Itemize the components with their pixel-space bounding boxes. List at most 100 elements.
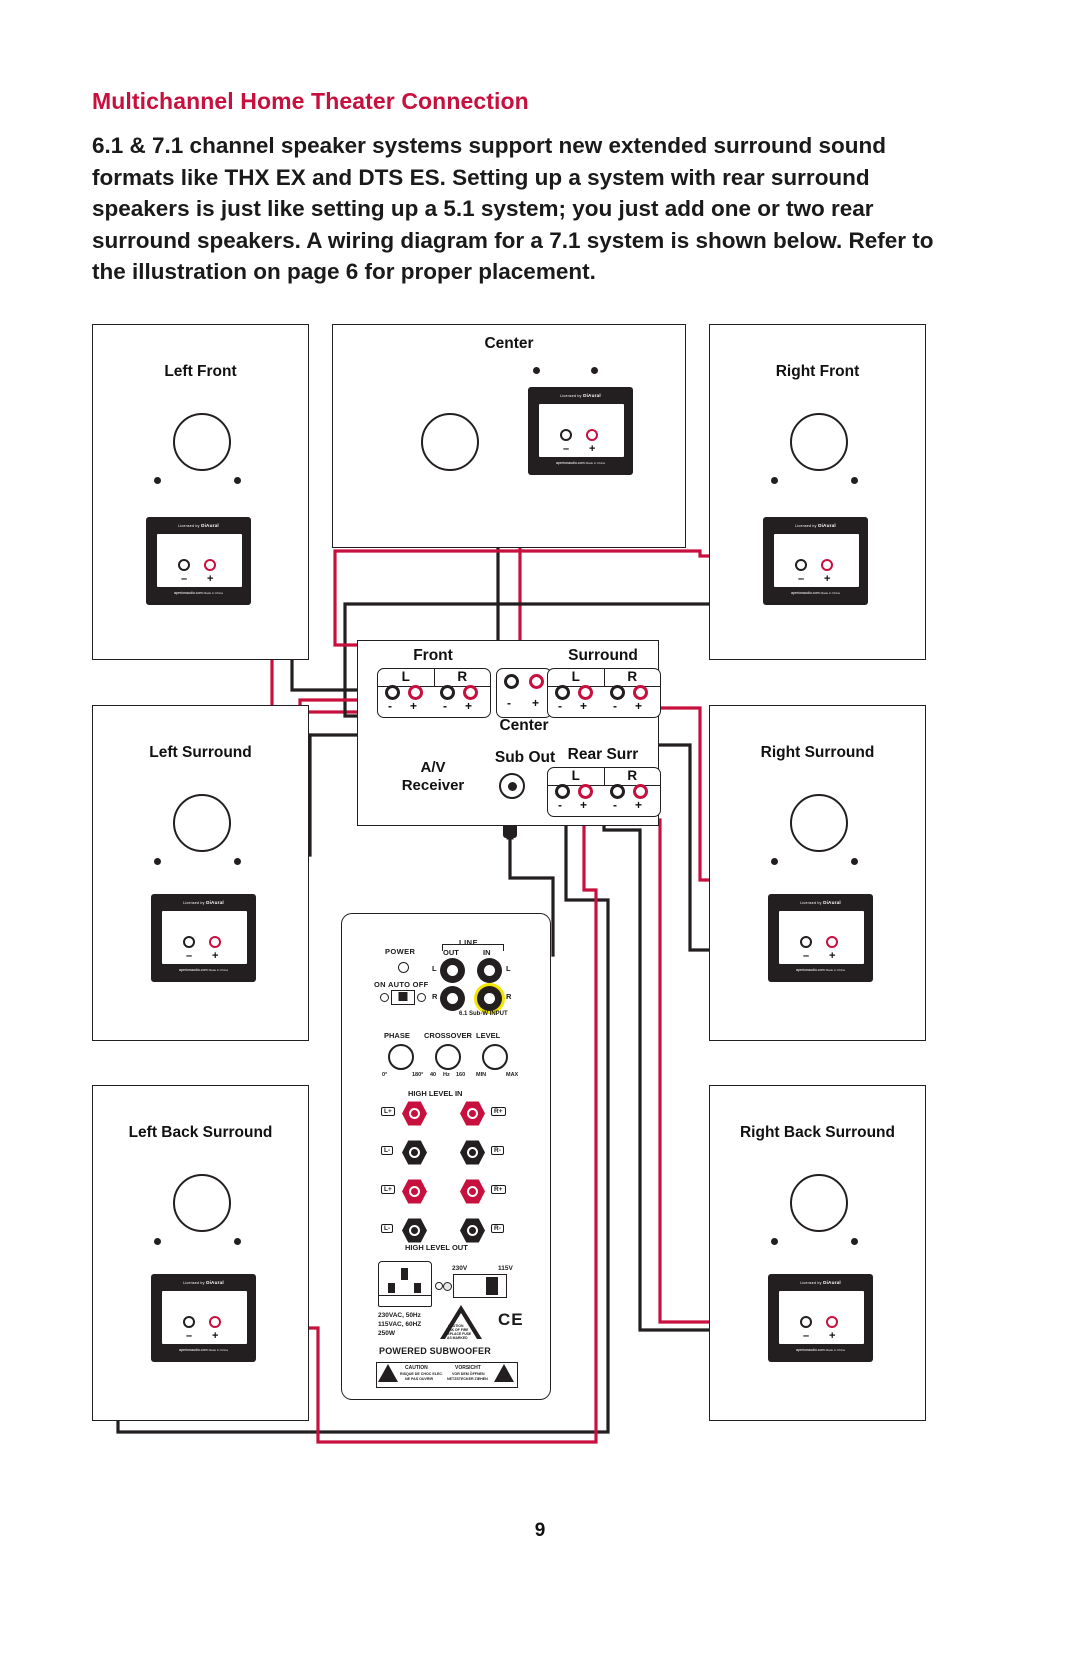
sub-out-jack[interactable] xyxy=(499,773,525,799)
binding-post-negative[interactable] xyxy=(183,1316,195,1328)
power-inlet[interactable] xyxy=(378,1261,432,1307)
binding-post-positive[interactable] xyxy=(586,429,598,441)
center-negative[interactable] xyxy=(504,674,519,689)
tweeter-dot xyxy=(234,858,241,865)
terminal-cup: Licensed by DiAural – + aperionaudio.com… xyxy=(763,517,868,605)
line-out-label: OUT xyxy=(443,948,459,957)
mode-switch-body[interactable] xyxy=(391,990,415,1005)
rear-surr-l-negative[interactable] xyxy=(555,784,570,799)
tweeter-dot xyxy=(851,1238,858,1245)
level-min-label: MIN xyxy=(476,1072,487,1078)
cup-brand-label: Licensed by DiAural xyxy=(178,523,219,528)
crossover-knob[interactable] xyxy=(435,1044,461,1070)
speaker-label: Left Back Surround xyxy=(128,1124,273,1141)
tweeter-dot xyxy=(234,1238,241,1245)
binding-post-positive[interactable] xyxy=(821,559,833,571)
speaker-label: Left Front xyxy=(164,363,237,380)
binding-post-negative[interactable] xyxy=(795,559,807,571)
voltage-230-label: 230V xyxy=(452,1265,468,1272)
terminal-cup: Licensed by DiAural – + aperionaudio.com… xyxy=(768,894,873,982)
line-out-l-label: L xyxy=(432,964,437,973)
rear-surr-r-plus-sign: + xyxy=(635,798,643,812)
binding-post-positive[interactable] xyxy=(826,936,838,948)
post-tag-r-plus-in: R+ xyxy=(491,1107,506,1116)
line-out-right-jack[interactable] xyxy=(440,986,465,1011)
front-r-positive[interactable] xyxy=(463,685,478,700)
center-positive[interactable] xyxy=(529,674,544,689)
surround-r-negative[interactable] xyxy=(610,685,625,700)
binding-post-negative[interactable] xyxy=(800,1316,812,1328)
front-group-label: Front xyxy=(413,647,453,664)
high-level-out-l-positive[interactable] xyxy=(402,1179,427,1204)
mode-position-on[interactable] xyxy=(380,993,389,1002)
front-l-negative[interactable] xyxy=(385,685,400,700)
rear-surr-r-negative[interactable] xyxy=(610,784,625,799)
binding-post-negative[interactable] xyxy=(800,936,812,948)
front-channel-headers: L R xyxy=(378,669,490,687)
woofer-cone xyxy=(790,794,848,852)
mode-switch[interactable] xyxy=(380,990,426,1005)
ratings-wattage: 250W xyxy=(378,1330,395,1337)
phase-max-label: 180° xyxy=(412,1072,424,1078)
binding-post-negative[interactable] xyxy=(178,559,190,571)
cup-brand-label: Licensed by DiAural xyxy=(800,900,841,905)
surround-l-plus-sign: + xyxy=(580,699,588,713)
cup-brand-label: Licensed by DiAural xyxy=(795,523,836,528)
terminal-cup: Licensed by DiAural – + aperionaudio.com… xyxy=(151,1274,256,1362)
binding-post-negative[interactable] xyxy=(560,429,572,441)
line-out-left-jack[interactable] xyxy=(440,958,465,983)
ratings-voltage-115: 115VAC, 60HZ xyxy=(378,1321,422,1328)
rear-surr-channel-headers: L R xyxy=(548,768,660,786)
binding-post-positive[interactable] xyxy=(826,1316,838,1328)
binding-post-positive[interactable] xyxy=(209,1316,221,1328)
rear-surr-l-positive[interactable] xyxy=(578,784,593,799)
rear-surr-channel-r: R xyxy=(627,768,638,783)
terminal-cup: Licensed by DiAural – + aperionaudio.com… xyxy=(146,517,251,605)
rear-surr-r-positive[interactable] xyxy=(633,784,648,799)
polarity-plus: + xyxy=(589,443,596,455)
level-knob-label: LEVEL xyxy=(476,1031,501,1040)
line-in-left-jack[interactable] xyxy=(477,958,502,983)
center-label: Center xyxy=(499,717,549,734)
polarity-minus: – xyxy=(803,950,810,962)
front-r-negative[interactable] xyxy=(440,685,455,700)
lfe-input-jack[interactable] xyxy=(477,986,502,1011)
level-knob[interactable] xyxy=(482,1044,508,1070)
voltage-selector-slider[interactable] xyxy=(486,1277,498,1295)
cup-company-label: aperionaudio.com Made in China xyxy=(791,591,840,595)
high-level-out-r-negative[interactable] xyxy=(460,1218,485,1243)
post-tag-l-plus-out: L+ xyxy=(381,1185,395,1194)
front-l-positive[interactable] xyxy=(408,685,423,700)
high-level-in-r-positive[interactable] xyxy=(460,1101,485,1126)
surround-r-positive[interactable] xyxy=(633,685,648,700)
surround-l-positive[interactable] xyxy=(578,685,593,700)
tweeter-dot xyxy=(771,477,778,484)
speaker-right-front: Right Front Licensed by DiAural – + aper… xyxy=(709,324,926,660)
high-level-out-l-negative[interactable] xyxy=(402,1218,427,1243)
high-level-out-r-positive[interactable] xyxy=(460,1179,485,1204)
surround-l-minus-sign: - xyxy=(558,699,562,713)
high-level-in-l-negative[interactable] xyxy=(402,1140,427,1165)
high-level-in-r-negative[interactable] xyxy=(460,1140,485,1165)
speaker-center: Center Licensed by DiAural – + aperionau… xyxy=(332,324,686,548)
phase-knob[interactable] xyxy=(388,1044,414,1070)
crossover-unit-label: Hz xyxy=(443,1072,450,1078)
cup-company-label: aperionaudio.com Made in China xyxy=(174,591,223,595)
high-level-in-l-positive[interactable] xyxy=(402,1101,427,1126)
front-l-plus-sign: + xyxy=(410,699,418,713)
caution-en-line1: RISQUE DE CHOC ELEC. xyxy=(400,1372,443,1376)
binding-post-positive[interactable] xyxy=(209,936,221,948)
surround-l-negative[interactable] xyxy=(555,685,570,700)
mode-switch-lever[interactable] xyxy=(398,992,408,1001)
manual-page: Multichannel Home Theater Connection 6.1… xyxy=(0,0,1080,1669)
post-tag-l-minus-in: L- xyxy=(381,1146,394,1155)
binding-post-positive[interactable] xyxy=(204,559,216,571)
front-r-plus-sign: + xyxy=(465,699,473,713)
post-tag-r-minus-in: R- xyxy=(491,1146,504,1155)
tweeter-dot xyxy=(154,1238,161,1245)
caution-shock-triangle xyxy=(494,1364,514,1382)
tweeter-dot xyxy=(533,367,540,374)
mode-position-off[interactable] xyxy=(417,993,426,1002)
voltage-selector[interactable] xyxy=(453,1274,507,1298)
binding-post-negative[interactable] xyxy=(183,936,195,948)
